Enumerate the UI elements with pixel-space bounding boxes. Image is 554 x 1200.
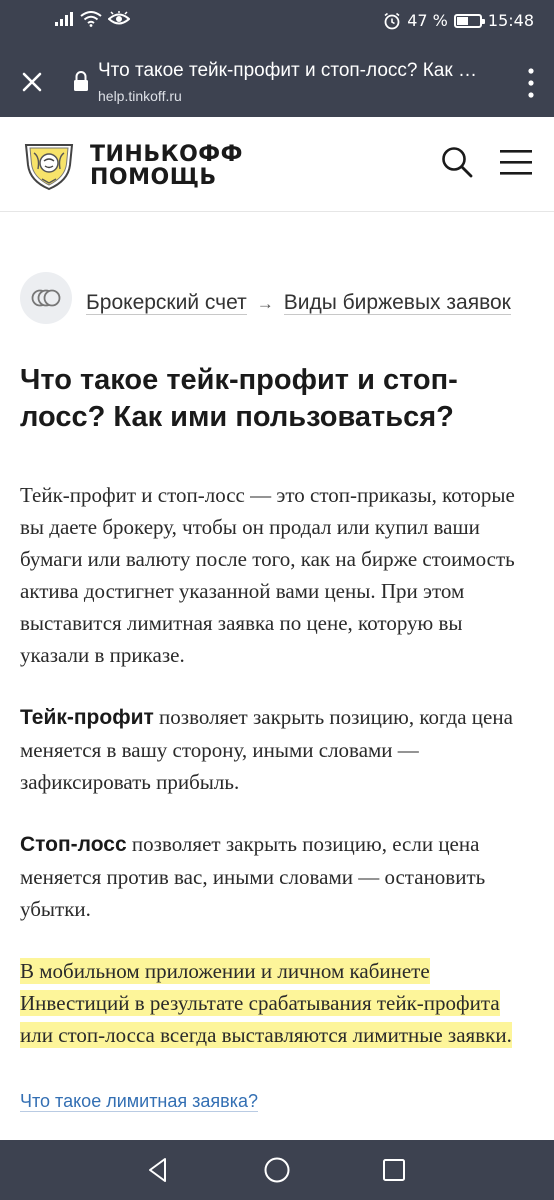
battery-icon — [453, 13, 485, 28]
close-icon[interactable] — [14, 64, 50, 100]
alarm-icon — [384, 12, 400, 29]
logo-line-2: ПОМОЩЬ — [90, 165, 217, 190]
battery-fill — [456, 16, 469, 25]
paragraph-intro: Тейк-профит и стоп-лосс — это стоп-прика… — [20, 483, 515, 667]
status-right: 47 % 15:48 — [383, 11, 534, 30]
term-stop-loss: Стоп-лосс — [20, 833, 127, 856]
coins-icon — [20, 272, 72, 324]
search-icon[interactable] — [440, 145, 474, 179]
system-navigation-bar — [0, 1140, 554, 1200]
lock-icon — [74, 71, 88, 91]
recents-icon[interactable] — [378, 1154, 410, 1186]
back-icon[interactable] — [142, 1154, 174, 1186]
signal-icon — [55, 12, 73, 26]
tinkoff-emblem-icon[interactable] — [20, 139, 78, 191]
browser-toolbar: Что такое тейк-профит и стоп-лосс? Как и… — [0, 42, 554, 117]
site-header: ТИНЬКОФФ ПОМОЩЬ — [0, 117, 554, 212]
breadcrumb-separator: → — [256, 294, 274, 313]
site-logo-text[interactable]: ТИНЬКОФФ ПОМОЩЬ — [90, 143, 243, 189]
status-bar: 47 % 15:48 — [0, 0, 554, 42]
limit-order-link-container: Что такое лимитная заявка? — [20, 1091, 535, 1112]
battery-percent: 47 % — [407, 11, 448, 30]
breadcrumb: Брокерский счет → Виды биржевых заявок — [20, 268, 535, 350]
breadcrumb-link-brokerage[interactable]: Брокерский счет — [86, 291, 247, 315]
term-take-profit: Тейк-профит — [20, 706, 154, 729]
breadcrumb-text: Брокерский счет → Виды биржевых заявок — [86, 286, 536, 320]
paragraph-stop-loss: Стоп-лосс позволяет закрыть позицию, есл… — [20, 828, 535, 925]
logo-line-1: ТИНЬКОФФ — [90, 142, 243, 167]
status-left — [54, 11, 130, 27]
eye-icon — [108, 11, 130, 25]
highlighted-note: В мобильном приложении и личном кабинете… — [20, 958, 512, 1048]
more-vertical-icon[interactable] — [526, 66, 536, 100]
paragraph-take-profit: Тейк-профит позволяет закрыть позицию, к… — [20, 701, 535, 798]
browser-url[interactable]: help.tinkoff.ru — [98, 88, 182, 104]
limit-order-link[interactable]: Что такое лимитная заявка? — [20, 1091, 258, 1112]
browser-page-title: Что такое тейк-профит и стоп-лосс? Как и… — [98, 60, 483, 81]
paragraph-highlight-note: В мобильном приложении и личном кабинете… — [20, 955, 535, 1051]
breadcrumb-link-order-types[interactable]: Виды биржевых заявок — [283, 291, 511, 315]
article-content: Брокерский счет → Виды биржевых заявок Что… — [20, 268, 535, 1112]
clock: 15:48 — [487, 11, 534, 30]
home-icon[interactable] — [261, 1154, 293, 1186]
menu-icon[interactable] — [498, 147, 534, 177]
article-title: Что такое тейк-профит и стоп-лосс? Как и… — [20, 364, 458, 433]
wifi-icon — [80, 11, 102, 27]
